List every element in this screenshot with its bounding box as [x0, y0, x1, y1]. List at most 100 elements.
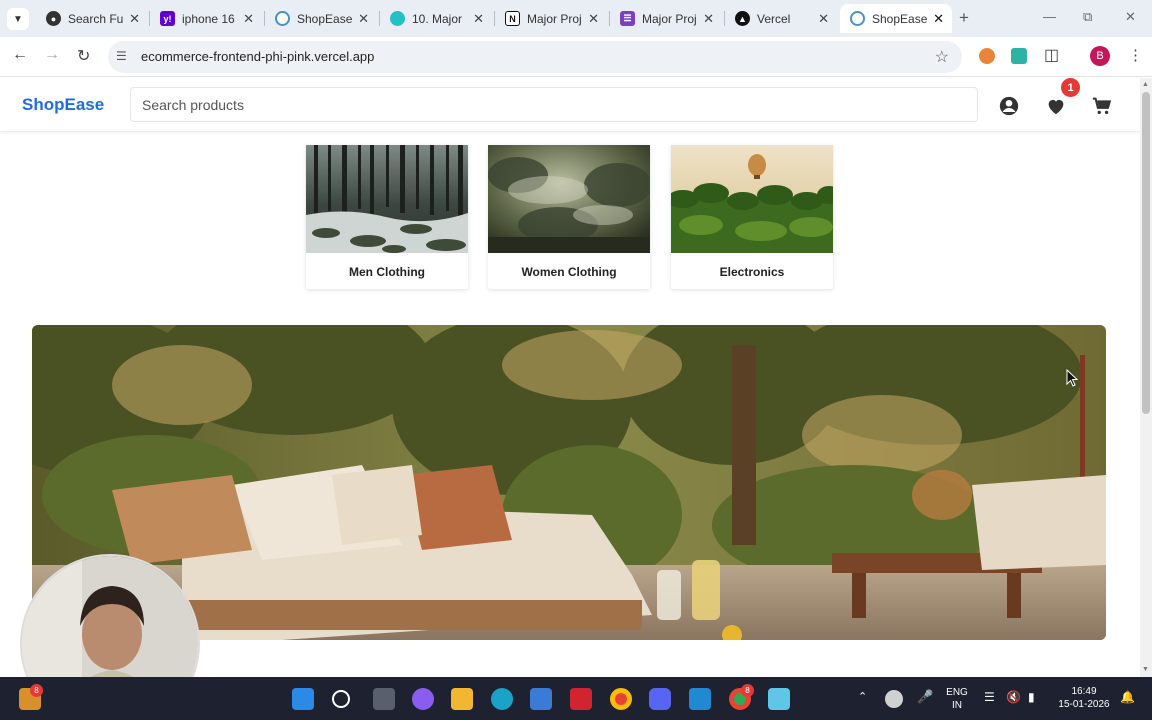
scroll-down-arrow-icon[interactable]: ▼: [1142, 666, 1149, 673]
task-view-icon[interactable]: [373, 688, 395, 710]
vercel-favicon-icon: ▲: [735, 11, 750, 26]
scrollbar-thumb[interactable]: [1142, 92, 1150, 414]
user-account-icon[interactable]: [998, 95, 1020, 117]
edge-icon[interactable]: [491, 688, 513, 710]
shopease-favicon-icon: [850, 11, 865, 26]
mcafee-icon[interactable]: [570, 688, 592, 710]
browser-tab-4[interactable]: 10. Major ✕: [380, 4, 492, 33]
microphone-icon[interactable]: 🎤: [917, 690, 933, 703]
battery-icon[interactable]: ▮: [1028, 691, 1035, 704]
search-input[interactable]: [130, 87, 978, 122]
site-header: ShopEase 1: [0, 78, 1140, 132]
browser-tab-3[interactable]: ShopEase ✕: [265, 4, 377, 33]
region-code: IN: [952, 700, 962, 711]
onenote-favicon-icon: ☰: [620, 11, 635, 26]
show-hidden-icons-chevron[interactable]: ⌃: [858, 691, 867, 704]
wifi-icon[interactable]: ☰: [984, 691, 995, 704]
shopease-favicon-icon: [275, 11, 290, 26]
tab-search-chevron-icon[interactable]: ▼: [7, 8, 29, 30]
browser-tab-8-active[interactable]: ShopEase ✕: [840, 4, 952, 33]
tab-title: Vercel: [757, 11, 791, 26]
discord-icon[interactable]: [649, 688, 671, 710]
category-label: Women Clothing: [521, 265, 617, 279]
extension-icon[interactable]: [979, 48, 995, 64]
notepad-icon[interactable]: [768, 688, 790, 710]
wishlist-count-badge: 1: [1061, 78, 1080, 97]
clock-time: 16:49: [1071, 686, 1097, 697]
browser-tab-7[interactable]: ▲ Vercel ✕: [725, 4, 837, 33]
tab-close-icon[interactable]: ✕: [129, 11, 140, 27]
tab-close-icon[interactable]: ✕: [358, 11, 369, 27]
tab-title: ShopEase: [297, 11, 353, 26]
onedrive-icon[interactable]: [885, 690, 903, 708]
volume-muted-icon[interactable]: 🔇: [1006, 691, 1021, 704]
profile-avatar[interactable]: B: [1090, 46, 1110, 66]
tab-title: Major Proj: [642, 11, 697, 26]
notion-favicon-icon: N: [505, 11, 520, 26]
browser-tab-strip: ▼ ● Search Fun ✕ y! iphone 16 ✕ ShopEase…: [0, 0, 1152, 37]
category-card-women[interactable]: Women Clothing: [488, 145, 652, 289]
restore-icon[interactable]: ⧉: [1083, 9, 1092, 25]
minimize-icon[interactable]: —: [1043, 9, 1056, 24]
windows-taskbar: 8 8 ⌃ 🎤 ENG IN ☰ 🔇 ▮ 16:49 15-01-2026 🔔: [0, 677, 1152, 720]
forward-arrow-icon[interactable]: →: [44, 46, 60, 64]
windows-start-icon[interactable]: [292, 688, 314, 710]
shopease-logo[interactable]: ShopEase: [22, 95, 104, 115]
misty-trees-image: [488, 145, 652, 253]
cart-icon[interactable]: [1091, 95, 1113, 117]
clock-date: 15-01-2026: [1058, 699, 1110, 710]
language-indicator[interactable]: ENG IN: [944, 686, 970, 712]
category-card-men[interactable]: Men Clothing: [306, 145, 468, 289]
extensions-puzzle-icon[interactable]: ◫: [1044, 45, 1059, 65]
browser-tab-1[interactable]: ● Search Fun ✕: [36, 4, 148, 33]
copilot-icon[interactable]: [412, 688, 434, 710]
language-code: ENG: [946, 687, 968, 698]
browser-tab-5[interactable]: N Major Proj ✕: [495, 4, 607, 33]
notifications-icon[interactable]: 🔔: [1120, 691, 1135, 704]
close-window-icon[interactable]: ✕: [1125, 9, 1136, 25]
system-clock[interactable]: 16:49 15-01-2026: [1052, 685, 1116, 711]
widgets-badge: 8: [30, 684, 43, 697]
page-scrollbar[interactable]: ▲ ▼: [1140, 78, 1152, 677]
file-explorer-icon[interactable]: [451, 688, 473, 710]
extension-icon[interactable]: [1011, 48, 1027, 64]
vscode-icon[interactable]: [689, 688, 711, 710]
hero-banner[interactable]: [32, 325, 1106, 640]
url-text: ecommerce-frontend-phi-pink.vercel.app: [141, 49, 375, 64]
back-arrow-icon[interactable]: ←: [12, 46, 28, 64]
tab-close-icon[interactable]: ✕: [703, 11, 714, 27]
tab-close-icon[interactable]: ✕: [473, 11, 484, 27]
search-icon[interactable]: [332, 690, 350, 708]
browser-menu-icon[interactable]: ⋮: [1128, 46, 1143, 64]
tab-title: Major Proj: [527, 11, 582, 26]
browser-tab-6[interactable]: ☰ Major Proj ✕: [610, 4, 722, 33]
new-tab-plus-icon[interactable]: +: [959, 8, 969, 28]
tab-title: 10. Major: [412, 11, 463, 26]
app-favicon-icon: [390, 11, 405, 26]
scroll-up-arrow-icon[interactable]: ▲: [1142, 81, 1149, 88]
browser-toolbar: ← → ↻ ☰ ecommerce-frontend-phi-pink.verc…: [0, 37, 1152, 77]
search-favicon-icon: ●: [46, 11, 61, 26]
bookmark-star-icon[interactable]: ☆: [935, 47, 949, 67]
tab-close-icon[interactable]: ✕: [933, 11, 944, 27]
site-info-icon[interactable]: ☰: [116, 49, 132, 65]
tab-title: Search Fun: [68, 11, 124, 26]
mouse-cursor-icon: [1066, 369, 1078, 387]
address-bar[interactable]: ☰ ecommerce-frontend-phi-pink.vercel.app…: [108, 41, 962, 73]
tab-close-icon[interactable]: ✕: [818, 11, 829, 27]
tab-close-icon[interactable]: ✕: [243, 11, 254, 27]
chrome-badge: 8: [741, 684, 754, 697]
category-card-electronics[interactable]: Electronics: [667, 145, 841, 289]
reload-icon[interactable]: ↻: [77, 46, 90, 66]
browser-tab-2[interactable]: y! iphone 16 ✕: [150, 4, 262, 33]
tab-close-icon[interactable]: ✕: [588, 11, 599, 27]
chrome-icon[interactable]: [610, 688, 632, 710]
palm-grove-balloon-image: [667, 145, 841, 253]
tab-title: ShopEase: [872, 11, 928, 26]
category-label: Men Clothing: [349, 265, 425, 279]
tab-title: iphone 16: [182, 11, 235, 26]
category-label: Electronics: [719, 265, 785, 279]
yahoo-favicon-icon: y!: [160, 11, 175, 26]
store-icon[interactable]: [530, 688, 552, 710]
wishlist-heart-icon[interactable]: [1045, 95, 1067, 117]
